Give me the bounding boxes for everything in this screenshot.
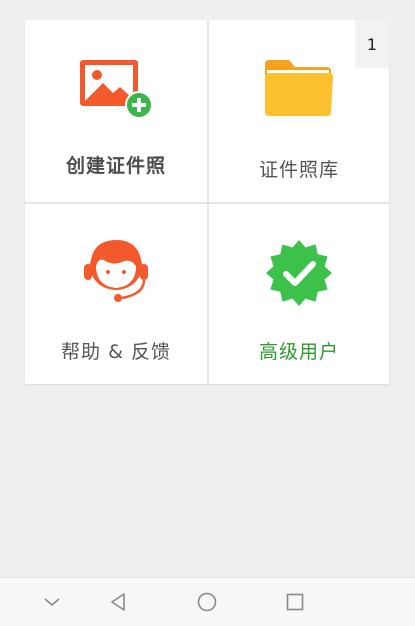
support-headset-icon — [78, 236, 154, 306]
recent-square-icon[interactable] — [283, 590, 307, 614]
help-feedback-tile[interactable]: 帮助 & 反馈 — [25, 204, 207, 384]
photo-library-label: 证件照库 — [258, 159, 339, 181]
photo-library-tile[interactable]: 证件照库 1 — [209, 20, 389, 202]
main-menu-grid: 创建证件照 证件照库 1 帮助 & 反馈 高级用户 — [25, 20, 389, 384]
back-triangle-icon[interactable] — [106, 590, 130, 614]
home-circle-icon[interactable] — [195, 590, 219, 614]
add-photo-icon — [76, 56, 156, 122]
premium-user-tile[interactable]: 高级用户 — [209, 204, 389, 384]
create-id-photo-label: 创建证件照 — [65, 155, 166, 177]
library-count-badge: 1 — [355, 20, 389, 68]
help-feedback-label: 帮助 & 反馈 — [61, 341, 171, 363]
system-navigation-bar — [0, 577, 415, 626]
chevron-down-icon[interactable] — [40, 590, 64, 614]
create-id-photo-tile[interactable]: 创建证件照 — [25, 20, 207, 202]
folder-icon — [263, 56, 335, 120]
premium-user-label: 高级用户 — [258, 341, 339, 363]
verified-badge-icon — [264, 238, 334, 308]
